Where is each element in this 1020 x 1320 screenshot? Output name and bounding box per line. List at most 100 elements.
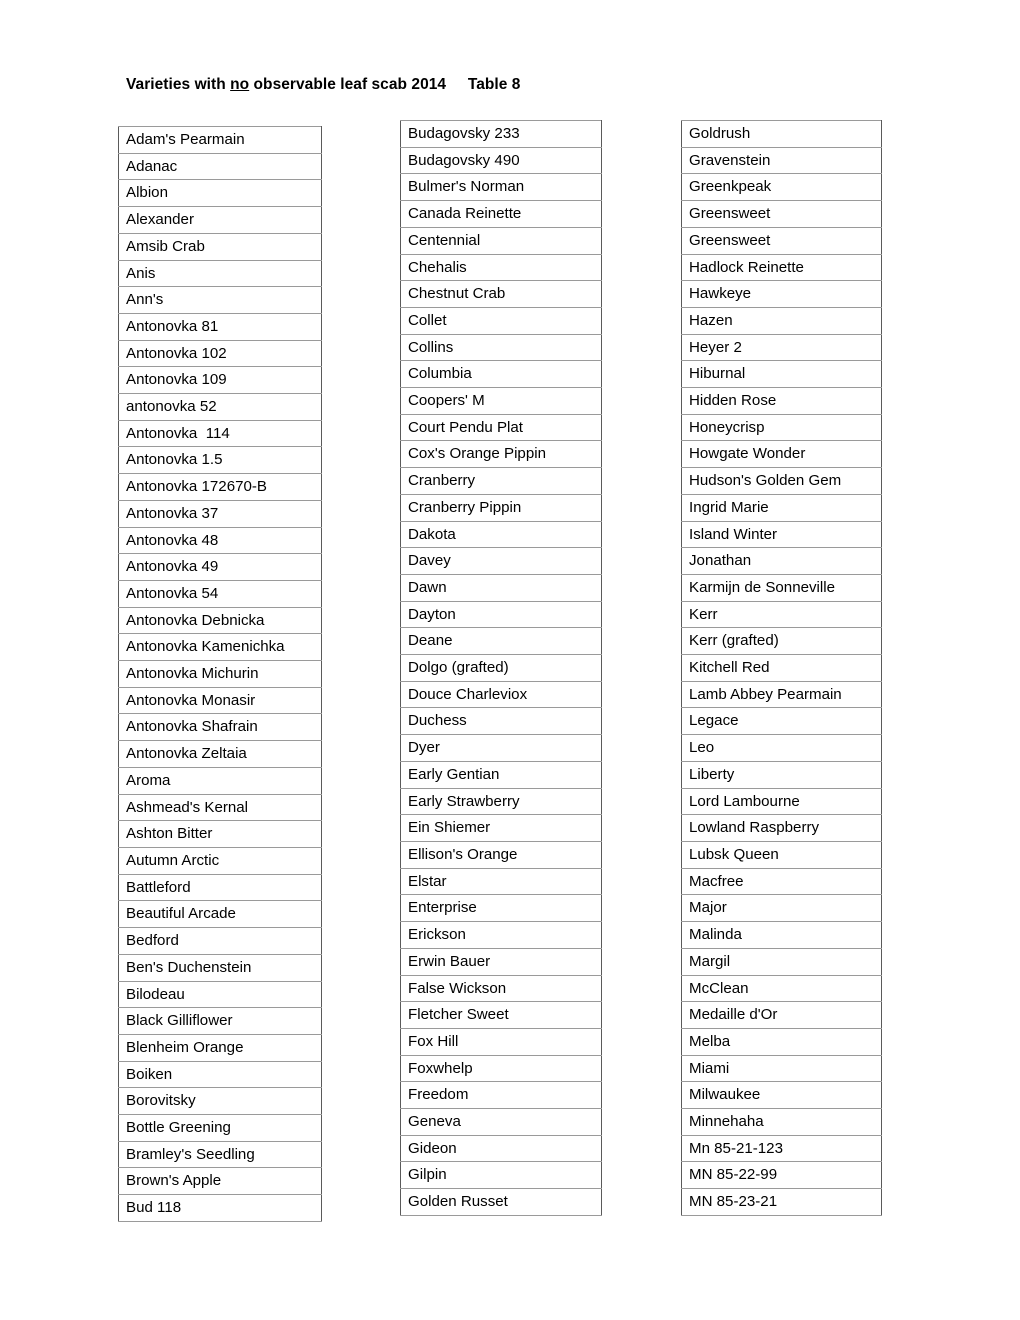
table-row: Bramley's Seedling [118, 1140, 322, 1169]
table-row: Antonovka 114 [118, 419, 322, 448]
table-row: Antonovka 54 [118, 579, 322, 608]
table-row: Aroma [118, 766, 322, 795]
variety-name-cell: Ashton Bitter [118, 820, 322, 848]
table-row: Howgate Wonder [681, 440, 882, 469]
variety-name-cell: Legace [681, 707, 882, 736]
variety-name-cell: Fletcher Sweet [400, 1001, 602, 1029]
variety-name-cell: Antonovka Michurin [118, 660, 322, 688]
variety-name-cell: Cranberry [400, 467, 602, 495]
variety-name-cell: Foxwhelp [400, 1054, 602, 1083]
table-row: Foxwhelp [400, 1054, 602, 1083]
table-row: Budagovsky 233 [400, 120, 602, 148]
variety-name-cell: Collet [400, 306, 602, 335]
table-row: Davey [400, 547, 602, 575]
variety-name-cell: Centennial [400, 226, 602, 255]
table-row: Dolgo (grafted) [400, 654, 602, 682]
table-row: Greenkpeak [681, 173, 882, 202]
table-row: Heyer 2 [681, 333, 882, 362]
variety-name-cell: Aroma [118, 766, 322, 795]
variety-name-cell: Jonathan [681, 547, 882, 575]
table-row: Amsib Crab [118, 232, 322, 261]
variety-name-cell: Beautiful Arcade [118, 900, 322, 929]
table-row: Antonovka Monasir [118, 686, 322, 715]
table-row: False Wickson [400, 974, 602, 1003]
table-row: Brown's Apple [118, 1167, 322, 1196]
variety-name-cell: Hadlock Reinette [681, 253, 882, 282]
table-row: Bottle Greening [118, 1114, 322, 1142]
table-row: Duchess [400, 707, 602, 736]
variety-name-cell: Budagovsky 233 [400, 120, 602, 148]
variety-name-cell: Chehalis [400, 253, 602, 282]
table-row: Antonovka Kamenichka [118, 633, 322, 662]
table-row: Erickson [400, 921, 602, 949]
table-row: Blenheim Orange [118, 1033, 322, 1062]
variety-name-cell: Melba [681, 1027, 882, 1056]
page-title: Varieties with no observable leaf scab 2… [126, 75, 520, 95]
variety-name-cell: Deane [400, 627, 602, 656]
table-row: Fox Hill [400, 1027, 602, 1056]
table-row: Ashton Bitter [118, 820, 322, 848]
variety-name-cell: Bulmer's Norman [400, 173, 602, 202]
table-row: Early Gentian [400, 760, 602, 789]
table-row: Canada Reinette [400, 200, 602, 228]
table-row: Greensweet [681, 200, 882, 228]
variety-name-cell: Antonovka 48 [118, 526, 322, 555]
variety-name-cell: Antonovka 102 [118, 339, 322, 368]
variety-name-cell: Lord Lambourne [681, 787, 882, 816]
table-row: Borovitsky [118, 1087, 322, 1116]
variety-name-cell: False Wickson [400, 974, 602, 1003]
table-row: Karmijn de Sonneville [681, 573, 882, 602]
table-row: Miami [681, 1054, 882, 1083]
variety-name-cell: Collins [400, 333, 602, 362]
variety-name-cell: Dayton [400, 600, 602, 629]
table-row: Antonovka Shafrain [118, 713, 322, 742]
variety-name-cell: Elstar [400, 867, 602, 896]
variety-name-cell: Golden Russet [400, 1188, 602, 1216]
variety-name-cell: Antonovka 114 [118, 419, 322, 448]
variety-name-cell: Honeycrisp [681, 413, 882, 442]
variety-name-cell: Antonovka 37 [118, 499, 322, 528]
variety-name-cell: Gilpin [400, 1161, 602, 1190]
table-row: Fletcher Sweet [400, 1001, 602, 1029]
variety-name-cell: Antonovka 54 [118, 579, 322, 608]
variety-name-cell: Alexander [118, 206, 322, 234]
variety-name-cell: Budagovsky 490 [400, 146, 602, 175]
variety-name-cell: Autumn Arctic [118, 846, 322, 875]
variety-name-cell: Cranberry Pippin [400, 493, 602, 522]
table-row: Anis [118, 259, 322, 288]
table-row: Chestnut Crab [400, 280, 602, 308]
table-row: Margil [681, 947, 882, 976]
table-row: Antonovka Debnicka [118, 606, 322, 635]
variety-name-cell: Antonovka 109 [118, 366, 322, 395]
table-row: Gilpin [400, 1161, 602, 1190]
variety-name-cell: Douce Charleviox [400, 680, 602, 709]
variety-name-cell: Duchess [400, 707, 602, 736]
table-row: Dayton [400, 600, 602, 629]
table-row: Douce Charleviox [400, 680, 602, 709]
variety-name-cell: McClean [681, 974, 882, 1003]
table-row: Lamb Abbey Pearmain [681, 680, 882, 709]
variety-name-cell: Antonovka Kamenichka [118, 633, 322, 662]
variety-name-cell: Dyer [400, 734, 602, 762]
variety-name-cell: Freedom [400, 1081, 602, 1110]
table-row: Dyer [400, 734, 602, 762]
variety-name-cell: Brown's Apple [118, 1167, 322, 1196]
table-row: Black Gilliflower [118, 1007, 322, 1035]
table-row: Antonovka Zeltaia [118, 740, 322, 768]
table-row: Dawn [400, 573, 602, 602]
variety-name-cell: Ashmead's Kernal [118, 793, 322, 822]
table-row: Jonathan [681, 547, 882, 575]
table-row: Coopers' M [400, 387, 602, 415]
table-row: Hadlock Reinette [681, 253, 882, 282]
table-row: Antonovka 1.5 [118, 446, 322, 475]
variety-name-cell: Ellison's Orange [400, 840, 602, 869]
table-row: Gravenstein [681, 146, 882, 175]
table-row: Cranberry Pippin [400, 493, 602, 522]
variety-name-cell: Albion [118, 179, 322, 208]
table-row: McClean [681, 974, 882, 1003]
table-row: Antonovka 48 [118, 526, 322, 555]
table-row: MN 85-22-99 [681, 1161, 882, 1190]
variety-name-cell: Hudson's Golden Gem [681, 467, 882, 495]
page-title-part-before: Varieties with [126, 76, 231, 93]
variety-name-cell: Ingrid Marie [681, 493, 882, 522]
